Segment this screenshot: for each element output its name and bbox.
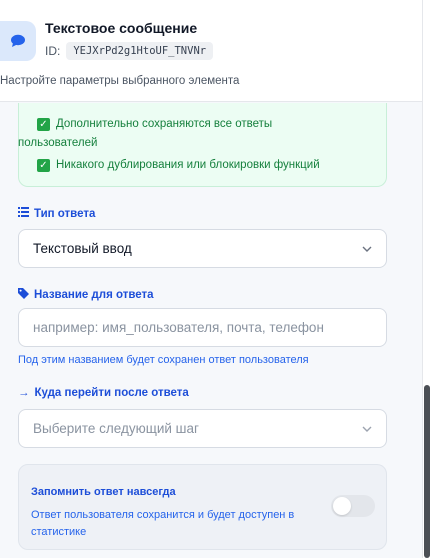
toggle-knob [333,497,351,515]
remember-answer-card: Запомнить ответ навсегда Ответ пользоват… [18,464,387,550]
answer-name-hint: Под этим названием будет сохранен ответ … [18,354,309,366]
info-item-continuation: пользователей [18,134,97,153]
tag-icon [18,288,29,302]
info-item-text: Дополнительно сохраняются все ответы [56,118,273,130]
info-item: ✓ Дополнительно сохраняются все ответы [37,115,272,134]
check-icon: ✓ [37,118,50,131]
chat-bubble-icon [0,21,36,61]
answer-name-input[interactable]: например: имя_пользователя, почта, телеф… [18,308,387,347]
next-step-placeholder: Выберите следующий шаг [33,421,199,436]
list-icon [18,207,29,220]
header-subtitle: Настройте параметры выбранного элемента [0,75,240,87]
remember-toggle[interactable] [331,495,375,517]
answer-type-select[interactable]: Текстовый ввод [18,229,387,268]
id-label: ID: [45,44,61,58]
info-item-text: Никакого дублирования или блокировки фун… [56,159,320,171]
id-value[interactable]: YEJXrPd2g1HtoUF_TNVNr [66,42,214,60]
answer-name-label: Название для ответа [18,288,154,302]
check-icon: ✓ [37,159,50,172]
info-item-text: пользователей [18,137,98,149]
element-header: Текстовое сообщение ID: YEJXrPd2g1HtoUF_… [0,0,422,102]
next-step-select[interactable]: Выберите следующий шаг [18,409,387,448]
answer-type-label: Тип ответа [18,207,95,220]
remember-title: Запомнить ответ навсегда [31,486,176,498]
info-item: ✓ Никакого дублирования или блокировки ф… [37,156,320,175]
answer-type-value: Текстовый ввод [33,241,132,256]
element-id-row: ID: YEJXrPd2g1HtoUF_TNVNr [45,42,214,60]
element-title: Текстовое сообщение [45,20,198,36]
remember-description: Ответ пользователя сохранится и будет до… [31,509,295,538]
chevron-down-icon [362,423,372,435]
scrollbar-thumb[interactable] [424,385,430,558]
chevron-down-icon [362,243,372,255]
arrow-right-icon: → [18,387,30,399]
answer-name-placeholder: например: имя_пользователя, почта, телеф… [33,320,324,335]
next-step-label: → Куда перейти после ответа [18,387,189,399]
